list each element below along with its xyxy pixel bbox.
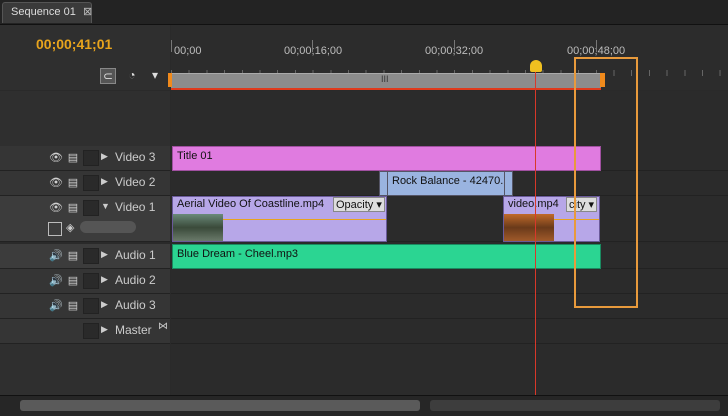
expand-icon[interactable]: ▶ [101, 299, 108, 310]
clip-label: video.mp4 [508, 198, 559, 210]
track-row-video2[interactable]: Rock Balance - 42470. [171, 171, 728, 196]
eye-icon[interactable]: 👁 [49, 176, 63, 190]
clip-label: Aerial Video Of Coastline.mp4 [177, 198, 325, 210]
ruler-tick-label: 00;00;16;00 [284, 45, 343, 57]
speaker-icon[interactable]: 🔊 [49, 299, 63, 313]
clip-thumbnail [504, 214, 554, 241]
lock-toggle[interactable] [83, 273, 99, 289]
collapse-icon[interactable]: ▼ [101, 201, 110, 211]
keyframe-nav[interactable] [80, 221, 136, 233]
clip-rock-balance-end[interactable] [504, 171, 513, 196]
eye-icon[interactable]: 👁 [49, 201, 63, 215]
track-header-audio2: 🔊 ▤ ▶ Audio 2 [0, 269, 170, 294]
header-filler [0, 344, 170, 395]
expand-icon[interactable]: ▶ [101, 176, 108, 187]
work-area-bar[interactable]: III [171, 73, 601, 88]
track-header-video3: 👁 ▤ ▶ Video 3 [0, 146, 170, 171]
track-spacer [171, 91, 728, 146]
track-row-master[interactable] [171, 319, 728, 344]
track-name: Audio 2 [115, 273, 156, 287]
timecode-display[interactable]: 00;00;41;01 [36, 36, 112, 52]
track-row-audio1[interactable]: Blue Dream - Cheel.mp3 [171, 244, 728, 269]
snap-icon[interactable]: ⊂ [100, 68, 116, 84]
lock-toggle[interactable] [83, 175, 99, 191]
lock-toggle[interactable] [83, 200, 99, 216]
expand-icon[interactable]: ▶ [101, 274, 108, 285]
track-name: Video 1 [115, 200, 156, 214]
clip-thumbnail [173, 214, 223, 241]
tab-sequence-01[interactable]: Sequence 01 ⊠ [2, 2, 92, 23]
master-link-icon: ⋈ [158, 321, 168, 332]
track-name: Audio 1 [115, 248, 156, 262]
film-icon[interactable]: ▤ [66, 201, 80, 215]
work-area-start-handle[interactable] [168, 73, 172, 87]
track-row-audio2[interactable] [171, 269, 728, 294]
expand-icon[interactable]: ▶ [101, 324, 108, 335]
clip-label: Title 01 [177, 150, 213, 162]
film-icon[interactable]: ▤ [66, 151, 80, 165]
track-header-video1: 👁 ▤ ▼ Video 1 ◈ [0, 196, 170, 242]
speaker-icon[interactable]: 🔊 [49, 249, 63, 263]
eye-icon[interactable]: 👁 [49, 151, 63, 165]
render-bar [171, 88, 601, 90]
scroll-thumb[interactable] [20, 400, 420, 411]
clip-aerial-video[interactable]: Aerial Video Of Coastline.mp4 Opacity ▾ [172, 196, 387, 242]
track-header-audio1: 🔊 ▤ ▶ Audio 1 [0, 244, 170, 269]
effect-dropdown[interactable]: Opacity ▾ [333, 197, 385, 212]
clip-label: Rock Balance - 42470. [392, 175, 504, 187]
scroll-track[interactable] [430, 400, 720, 411]
highlight-box [574, 57, 638, 308]
film-icon[interactable]: ▤ [66, 299, 80, 313]
work-area-grip[interactable]: III [381, 74, 389, 84]
lock-toggle[interactable] [83, 248, 99, 264]
track-row-video3[interactable]: Title 01 [171, 146, 728, 171]
lock-toggle[interactable] [83, 150, 99, 166]
clip-rock-balance[interactable]: Rock Balance - 42470. [387, 171, 505, 196]
track-row-audio3[interactable] [171, 294, 728, 319]
track-filler [171, 344, 728, 395]
playhead-line[interactable] [535, 70, 536, 395]
keyframe-icon[interactable]: ◈ [66, 221, 74, 234]
lock-toggle[interactable] [83, 298, 99, 314]
set-marker-icon[interactable]: ◔ [125, 68, 139, 82]
playhead-handle[interactable] [530, 60, 542, 72]
timeline-header [0, 25, 170, 90]
header-spacer [0, 91, 170, 146]
ruler-tick [171, 40, 172, 52]
horizontal-scrollbar[interactable] [0, 395, 728, 416]
track-header-master: ▶ Master ⋈ [0, 319, 170, 344]
lock-toggle[interactable] [83, 323, 99, 339]
clip-blue-dream[interactable]: Blue Dream - Cheel.mp3 [172, 244, 601, 269]
track-row-video1[interactable]: Aerial Video Of Coastline.mp4 Opacity ▾ … [171, 196, 728, 242]
display-style-icon[interactable] [48, 222, 62, 236]
track-name: Audio 3 [115, 298, 156, 312]
track-header-video2: 👁 ▤ ▶ Video 2 [0, 171, 170, 196]
ruler-tick [454, 40, 455, 52]
close-icon[interactable]: ⊠ [83, 5, 92, 18]
expand-icon[interactable]: ▶ [101, 151, 108, 162]
track-name: Master [115, 323, 152, 337]
track-name: Video 3 [115, 150, 156, 164]
ruler-tick [312, 40, 313, 52]
speaker-icon[interactable]: 🔊 [49, 274, 63, 288]
tab-bar: Sequence 01 ⊠ [0, 0, 728, 25]
expand-icon[interactable]: ▶ [101, 249, 108, 260]
ruler-tick [596, 40, 597, 52]
film-icon[interactable]: ▤ [66, 249, 80, 263]
tab-label: Sequence 01 [11, 6, 76, 18]
clip-title-01[interactable]: Title 01 [172, 146, 601, 171]
ruler-tick-label: 00;00 [174, 45, 202, 57]
flag-icon[interactable]: ▾ [148, 68, 162, 82]
track-name: Video 2 [115, 175, 156, 189]
film-icon[interactable]: ▤ [66, 176, 80, 190]
film-icon[interactable]: ▤ [66, 274, 80, 288]
track-header-audio3: 🔊 ▤ ▶ Audio 3 [0, 294, 170, 319]
clip-label: Blue Dream - Cheel.mp3 [177, 248, 299, 260]
